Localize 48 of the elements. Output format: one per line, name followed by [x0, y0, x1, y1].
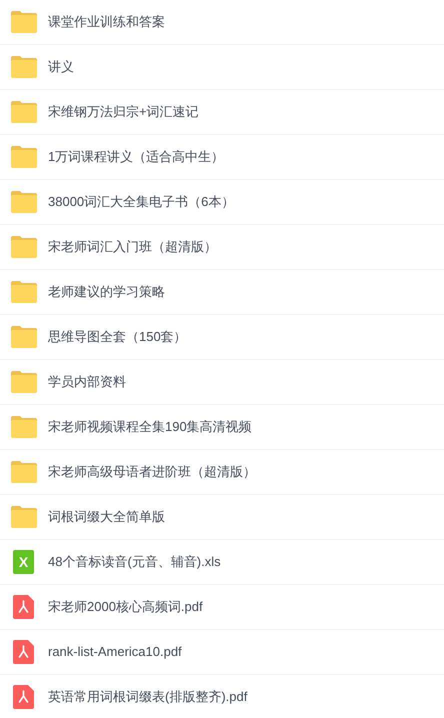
file-name: 宋老师2000核心高频词.pdf	[48, 598, 203, 616]
folder-icon	[10, 371, 36, 393]
file-row[interactable]: 讲义	[0, 45, 444, 90]
file-row[interactable]: 宋老师视频课程全集190集高清视频	[0, 405, 444, 450]
folder-icon	[10, 101, 36, 123]
folder-icon	[10, 146, 36, 168]
file-name: 思维导图全套（150套）	[48, 328, 187, 346]
pdf-icon	[13, 685, 34, 709]
file-name: 48个音标读音(元音、辅音).xls	[48, 553, 221, 572]
pdf-icon	[13, 595, 34, 619]
file-row[interactable]: 宋老师词汇入门班（超清版）	[0, 225, 444, 270]
pdf-icon	[13, 640, 34, 664]
spreadsheet-icon: X	[13, 550, 34, 574]
file-name: 1万词课程讲义（适合高中生）	[48, 148, 224, 166]
file-row[interactable]: 宋老师高级母语者进阶班（超清版）	[0, 450, 444, 495]
file-name: 宋老师视频课程全集190集高清视频	[48, 418, 252, 436]
file-row[interactable]: 课堂作业训练和答案	[0, 0, 444, 45]
file-name: 宋老师词汇入门班（超清版）	[48, 238, 217, 256]
folder-icon	[10, 236, 36, 258]
file-row[interactable]: 1万词课程讲义（适合高中生）	[0, 135, 444, 180]
file-row[interactable]: rank-list-America10.pdf	[0, 630, 444, 675]
file-name: 宋老师高级母语者进阶班（超清版）	[48, 463, 256, 482]
file-row[interactable]: 学员内部资料	[0, 360, 444, 405]
file-name: 老师建议的学习策略	[48, 283, 165, 302]
file-name: 38000词汇大全集电子书（6本）	[48, 193, 234, 212]
file-name: 讲义	[48, 58, 74, 76]
folder-icon	[10, 56, 36, 78]
folder-icon	[10, 11, 36, 33]
file-row[interactable]: 宋老师2000核心高频词.pdf	[0, 585, 444, 630]
folder-icon	[10, 461, 36, 483]
file-name: 课堂作业训练和答案	[48, 13, 165, 32]
file-row[interactable]: 宋维钢万法归宗+词汇速记	[0, 90, 444, 135]
folder-icon	[10, 281, 36, 303]
file-row[interactable]: X 48个音标读音(元音、辅音).xls	[0, 540, 444, 585]
file-name: 英语常用词根词缀表(排版整齐).pdf	[48, 688, 248, 706]
file-row[interactable]: 英语常用词根词缀表(排版整齐).pdf	[0, 675, 444, 718]
file-name: 词根词缀大全简单版	[48, 508, 165, 526]
folder-icon	[10, 506, 36, 528]
folder-icon	[10, 416, 36, 438]
folder-icon	[10, 326, 36, 348]
folder-icon	[10, 191, 36, 213]
file-name: 宋维钢万法归宗+词汇速记	[48, 103, 199, 122]
file-name: rank-list-America10.pdf	[48, 643, 182, 662]
file-row[interactable]: 词根词缀大全简单版	[0, 495, 444, 540]
file-name: 学员内部资料	[48, 373, 126, 392]
file-row[interactable]: 思维导图全套（150套）	[0, 315, 444, 360]
file-row[interactable]: 老师建议的学习策略	[0, 270, 444, 315]
file-row[interactable]: 38000词汇大全集电子书（6本）	[0, 180, 444, 225]
